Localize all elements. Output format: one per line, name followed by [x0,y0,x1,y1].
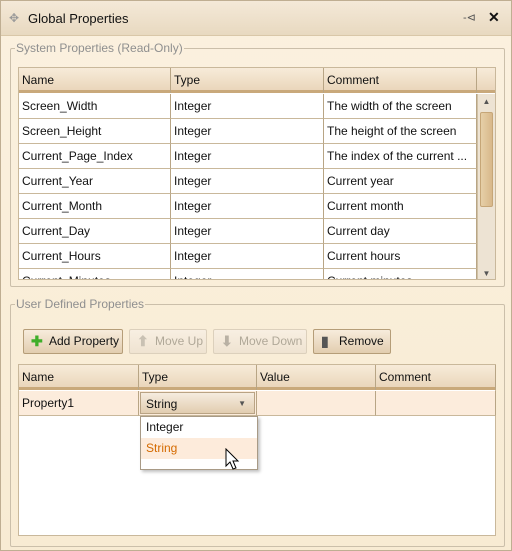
table-cell[interactable]: Integer [171,169,324,194]
plus-icon: ✚ [31,333,43,349]
table-cell[interactable]: Current_Page_Index [19,144,171,169]
table-cell[interactable]: Integer [171,94,324,119]
table-cell[interactable]: Current_Hours [19,244,171,269]
type-select-value: String [146,397,178,411]
table-cell[interactable]: Integer [171,244,324,269]
table-cell[interactable]: Integer [171,194,324,219]
column-header-comment[interactable]: Comment [376,365,496,390]
table-cell[interactable]: String ▼ [139,391,257,416]
table-cell[interactable]: Current minutes [324,269,477,279]
table-cell[interactable]: Integer [171,119,324,144]
user-properties-legend: User Defined Properties [16,297,145,311]
table-cell[interactable]: Current_Month [19,194,171,219]
system-properties-table: ▲ ▼ Name Type Comment Screen_Width Integer Th… [18,67,496,280]
global-properties-window: ✥ Global Properties -⊲ ✕ System Properti… [0,0,512,551]
close-icon[interactable]: ✕ [488,9,500,26]
move-icon[interactable]: ✥ [9,11,19,25]
table-cell[interactable]: Current year [324,169,477,194]
remove-label: Remove [339,334,384,348]
column-header-comment[interactable]: Comment [324,68,477,93]
pin-icon[interactable]: -⊲ [463,11,476,24]
cursor-icon [225,448,240,470]
vertical-scrollbar[interactable]: ▲ ▼ [477,94,495,279]
move-up-label: Move Up [155,334,204,348]
arrow-down-icon: ⬇ [221,333,233,349]
add-property-label: Add Property [49,334,120,348]
option-integer[interactable]: Integer [141,417,257,438]
table-cell[interactable]: Current month [324,194,477,219]
table-cell[interactable]: The index of the current ... [324,144,477,169]
table-cell[interactable]: Integer [171,144,324,169]
table-cell[interactable]: Screen_Height [19,119,171,144]
move-down-button[interactable]: ⬇ Move Down [213,329,307,354]
column-header-name[interactable]: Name [19,68,171,93]
title-bar[interactable]: ✥ Global Properties -⊲ ✕ [1,1,511,36]
trash-icon: ▮ [321,333,329,349]
table-cell[interactable]: Current day [324,219,477,244]
system-properties-legend: System Properties (Read-Only) [16,41,183,55]
column-header-type[interactable]: Type [171,68,324,93]
scrollbar-thumb[interactable] [480,112,493,207]
move-up-button[interactable]: ⬆ Move Up [129,329,207,354]
table-cell[interactable] [257,391,376,416]
table-cell[interactable]: The height of the screen [324,119,477,144]
column-header-type[interactable]: Type [139,365,257,390]
table-cell[interactable]: Integer [171,219,324,244]
add-property-button[interactable]: ✚ Add Property [23,329,123,354]
arrow-up-icon: ⬆ [137,333,149,349]
type-select[interactable]: String ▼ [140,392,255,414]
column-header-value[interactable]: Value [257,365,376,390]
column-header-name[interactable]: Name [19,365,139,390]
table-cell[interactable]: Current_Day [19,219,171,244]
move-down-label: Move Down [239,334,303,348]
scroll-down-icon[interactable]: ▼ [478,269,495,278]
table-cell[interactable]: Current hours [324,244,477,269]
chevron-down-icon[interactable]: ▼ [238,393,246,415]
window-title: Global Properties [28,11,129,26]
table-cell[interactable]: Integer [171,269,324,279]
remove-button[interactable]: ▮ Remove [313,329,391,354]
table-cell[interactable]: Current_Minutes [19,269,171,279]
table-cell[interactable]: Current_Year [19,169,171,194]
table-cell[interactable]: Screen_Width [19,94,171,119]
table-cell[interactable]: The width of the screen [324,94,477,119]
table-cell[interactable]: Property1 [19,391,139,416]
scroll-up-icon[interactable]: ▲ [478,97,495,106]
table-cell[interactable] [376,391,496,416]
